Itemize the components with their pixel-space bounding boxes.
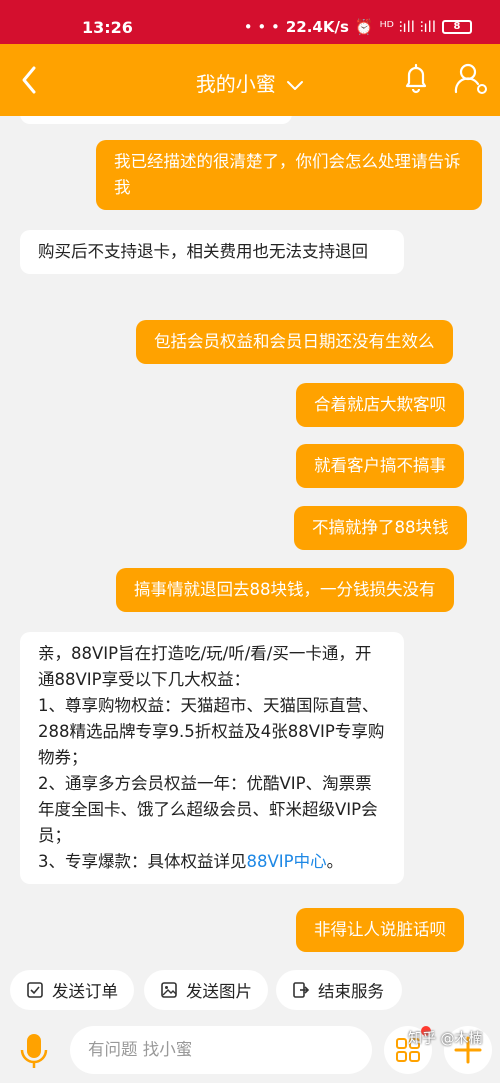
- message-bubble-agent: 购买后不支持退卡，相关费用也无法支持退回: [20, 230, 404, 274]
- chevron-down-icon: [287, 80, 304, 90]
- bell-icon[interactable]: [398, 60, 434, 96]
- page-title-text: 我的小蜜: [195, 72, 276, 96]
- user-settings-icon[interactable]: [452, 60, 490, 98]
- status-dots: • • •: [243, 18, 280, 36]
- status-time: 13:26: [82, 18, 133, 37]
- exit-icon: [293, 982, 310, 998]
- message-bubble-user: 搞事情就退回去88块钱，一分钱损失没有: [116, 568, 454, 612]
- message-bubble-user: 就看客户搞不搞事: [296, 444, 464, 488]
- message-text: 亲，88VIP旨在打造吃/玩/听/看/买一卡通，开通88VIP享受以下几大权益：…: [38, 644, 385, 871]
- microphone-icon[interactable]: [14, 1028, 54, 1076]
- status-bar: 13:26 • • • 22.4K/s ⏰ ᴴᴰ ⫶ıll ⫶ıll 8: [0, 0, 500, 44]
- watermark: 知乎 @木楠: [408, 1031, 483, 1047]
- send-order-button[interactable]: 发送订单: [10, 970, 134, 1010]
- image-icon: [161, 982, 177, 998]
- quick-actions-bar: 发送订单 发送图片 结束服务: [0, 962, 500, 1022]
- vip-center-link[interactable]: 88VIP中心: [247, 852, 327, 871]
- send-image-button[interactable]: 发送图片: [144, 970, 268, 1010]
- status-indicators: • • • 22.4K/s ⏰ ᴴᴰ ⫶ıll ⫶ıll 8: [244, 18, 472, 36]
- send-image-label: 发送图片: [186, 982, 252, 1001]
- chat-area[interactable]: 我已经描述的很清楚了，你们会怎么处理请告诉我 购买后不支持退卡，相关费用也无法支…: [0, 116, 500, 962]
- order-icon: [27, 982, 43, 998]
- send-order-label: 发送订单: [52, 982, 118, 1001]
- message-bubble-user: 包括会员权益和会员日期还没有生效么: [136, 320, 453, 364]
- signal-icon: ᴴᴰ ⫶ıll ⫶ıll: [379, 18, 436, 36]
- message-suffix: 。: [326, 852, 344, 871]
- network-speed: 22.4K/s: [285, 18, 349, 36]
- alarm-icon: ⏰: [354, 18, 374, 36]
- message-bubble-agent: 亲，88VIP旨在打造吃/玩/听/看/买一卡通，开通88VIP享受以下几大权益：…: [20, 632, 404, 884]
- message-bubble-user: 不搞就挣了88块钱: [294, 506, 467, 550]
- end-service-label: 结束服务: [318, 982, 384, 1001]
- end-service-button[interactable]: 结束服务: [276, 970, 402, 1010]
- message-bubble-user: 我已经描述的很清楚了，你们会怎么处理请告诉我: [96, 140, 482, 210]
- battery-icon: 8: [442, 20, 472, 34]
- message-bubble-user: 非得让人说脏话呗: [296, 908, 464, 952]
- message-bubble-user: 合着就店大欺客呗: [296, 383, 464, 427]
- message-bubble-partial: [20, 116, 292, 124]
- message-input[interactable]: 有问题 找小蜜: [70, 1026, 372, 1074]
- app-header: 我的小蜜: [0, 44, 500, 116]
